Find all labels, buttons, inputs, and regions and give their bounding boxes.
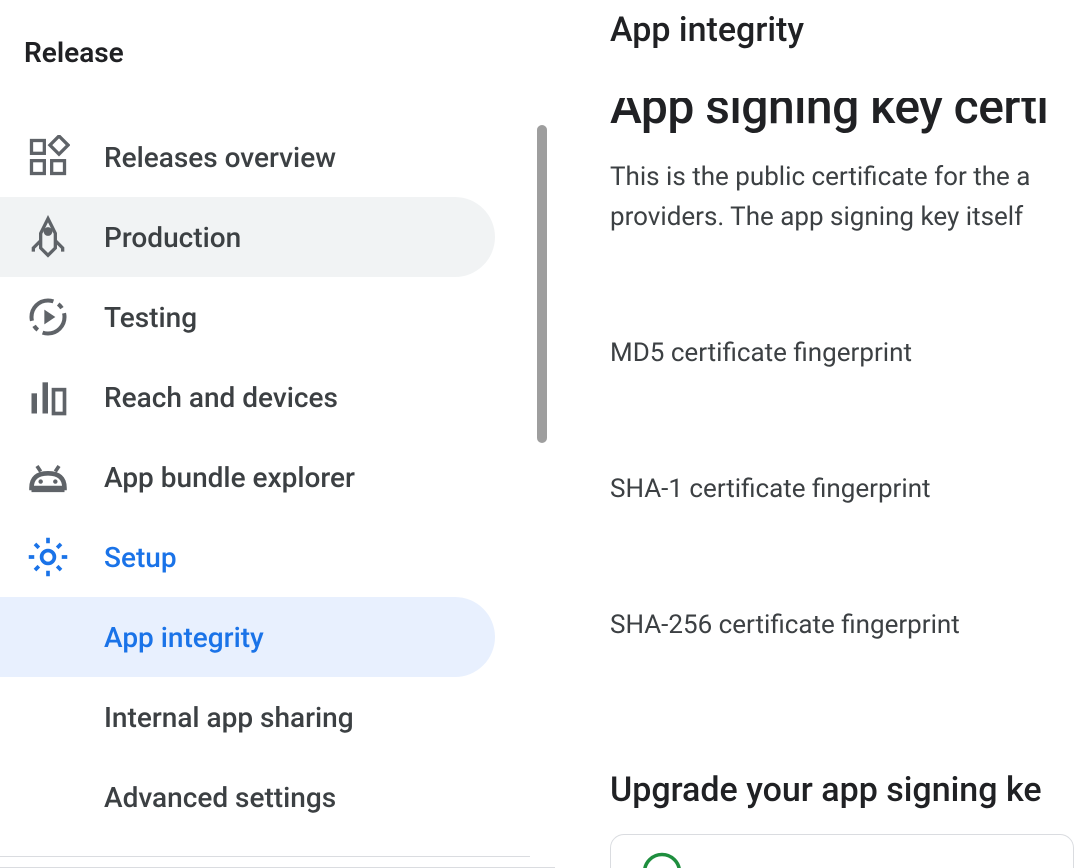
- sidebar-item-releases-overview[interactable]: Releases overview: [0, 117, 495, 197]
- sidebar: Release Releases overview: [0, 0, 555, 868]
- sidebar-divider: [0, 856, 530, 857]
- section-heading-app-signing-key: App signing key certi: [610, 78, 1074, 135]
- sidebar-item-label: Production: [104, 221, 241, 254]
- page-title: App integrity: [610, 10, 1074, 50]
- sidebar-section-title: Release: [0, 0, 555, 69]
- md5-fingerprint-label: MD5 certificate fingerprint: [610, 338, 1074, 368]
- sidebar-item-setup[interactable]: Setup: [0, 517, 495, 597]
- sidebar-item-app-bundle-explorer[interactable]: App bundle explorer: [0, 437, 495, 517]
- sidebar-scrollbar[interactable]: [537, 125, 547, 443]
- sidebar-item-label: Setup: [104, 541, 177, 574]
- sidebar-subitem-label: Internal app sharing: [104, 701, 354, 734]
- sidebar-item-label: Testing: [104, 301, 197, 334]
- check-circle-icon: [641, 851, 683, 868]
- gear-icon: [24, 533, 72, 581]
- sidebar-item-production[interactable]: Production: [0, 197, 495, 277]
- target-icon: [24, 293, 72, 341]
- sidebar-item-testing[interactable]: Testing: [0, 277, 495, 357]
- sidebar-item-label: Releases overview: [104, 141, 336, 174]
- dashboard-icon: [24, 133, 72, 181]
- section-heading-upgrade-signing-key: Upgrade your app signing ke: [610, 770, 1074, 810]
- android-icon: [24, 453, 72, 501]
- sidebar-subitem-label: App integrity: [104, 621, 264, 654]
- sidebar-item-label: App bundle explorer: [104, 461, 355, 494]
- sidebar-subitem-internal-app-sharing[interactable]: Internal app sharing: [0, 677, 495, 757]
- body-text-line-2: providers. The app signing key itself: [610, 197, 1074, 237]
- sidebar-subitem-label: Advanced settings: [104, 781, 336, 814]
- rocket-icon: [24, 213, 72, 261]
- main-content: App integrity App signing key certi This…: [555, 0, 1074, 868]
- sidebar-subitem-advanced-settings[interactable]: Advanced settings: [0, 757, 495, 837]
- sidebar-subitem-app-integrity[interactable]: App integrity: [0, 597, 495, 677]
- sidebar-item-label: Reach and devices: [104, 381, 338, 414]
- sha256-fingerprint-label: SHA-256 certificate fingerprint: [610, 610, 1074, 640]
- body-text-line-1: This is the public certificate for the a: [610, 157, 1074, 197]
- sha1-fingerprint-label: SHA-1 certificate fingerprint: [610, 474, 1074, 504]
- bar-chart-icon: [24, 373, 72, 421]
- upgrade-card[interactable]: [610, 834, 1074, 868]
- sidebar-item-reach-and-devices[interactable]: Reach and devices: [0, 357, 495, 437]
- setup-subitems: App integrity Internal app sharing Advan…: [0, 597, 555, 837]
